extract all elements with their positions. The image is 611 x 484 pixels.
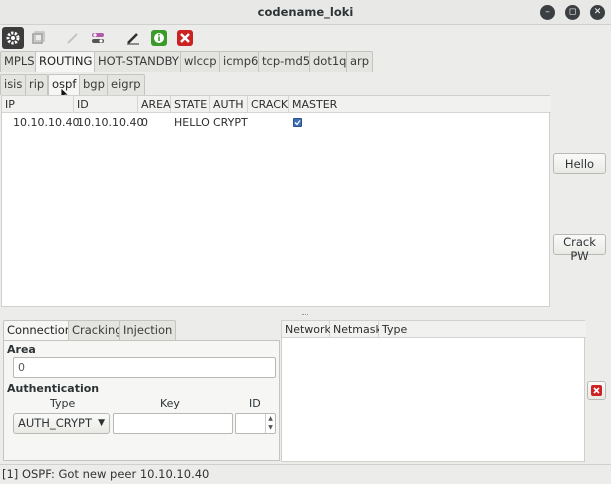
column-header-area[interactable]: AREA xyxy=(138,96,171,113)
key-field[interactable] xyxy=(113,413,233,434)
minimize-icon[interactable]: – xyxy=(540,5,555,20)
tab-mpls[interactable]: MPLS xyxy=(0,51,39,72)
quit-icon[interactable] xyxy=(174,27,196,49)
spin-arrows-icon[interactable]: ▲ ▼ xyxy=(265,414,275,433)
area-label: Area xyxy=(7,343,36,356)
hello-button[interactable]: Hello xyxy=(553,153,606,174)
id-label: ID xyxy=(249,397,261,410)
tab-injection[interactable]: Injection xyxy=(119,320,177,341)
window-title: codename_loki xyxy=(257,5,354,19)
networks-table: Network Netmask Type xyxy=(281,320,586,462)
peer-auth: CRYPT xyxy=(213,116,248,129)
pane-divider[interactable] xyxy=(302,314,308,316)
peer-state: HELLO xyxy=(174,116,210,129)
pen-icon[interactable] xyxy=(62,27,84,49)
column-header-state[interactable]: STATE xyxy=(171,96,210,113)
tab-cracking[interactable]: Cracking xyxy=(68,320,127,341)
crack-pw-button[interactable]: Crack PW xyxy=(553,234,606,263)
peer-ip: 10.10.10.40 xyxy=(13,116,80,129)
tab-bgp[interactable]: bgp xyxy=(79,74,109,95)
tab-routing[interactable]: ROUTING xyxy=(35,51,97,72)
tab-hot-standby[interactable]: HOT-STANDBY xyxy=(94,51,183,72)
unplug-icon[interactable] xyxy=(27,27,49,49)
authentication-label: Authentication xyxy=(7,382,100,395)
delete-icon xyxy=(591,385,602,396)
tab-connection[interactable]: Connection xyxy=(3,320,77,341)
status-text: [1] OSPF: Got new peer 10.10.10.40 xyxy=(2,467,210,481)
column-header-netmask[interactable]: Netmask xyxy=(330,321,382,338)
column-header-ip[interactable]: IP xyxy=(2,96,74,113)
peer-area: 0 xyxy=(141,116,148,129)
gear-icon[interactable] xyxy=(2,27,24,49)
tab-arp[interactable]: arp xyxy=(346,51,374,72)
column-header-crack[interactable]: CRACK xyxy=(248,96,289,113)
column-header-auth[interactable]: AUTH xyxy=(210,96,248,113)
type-label: Type xyxy=(50,397,76,410)
chevron-down-icon: ▼ xyxy=(98,418,105,428)
column-header-network[interactable]: Network xyxy=(282,321,331,338)
column-header-master[interactable]: MASTER xyxy=(289,96,551,113)
tab-rip[interactable]: rip xyxy=(25,74,49,95)
column-header-id[interactable]: ID xyxy=(74,96,138,113)
auth-type-select[interactable]: AUTH_CRYPT ▼ xyxy=(13,413,110,434)
tab-wlccp[interactable]: wlccp xyxy=(180,51,221,72)
key-label: Key xyxy=(160,397,180,410)
tab-isis[interactable]: isis xyxy=(0,74,27,95)
tab-tcp-md5[interactable]: tcp-md5 xyxy=(258,51,315,72)
edit-icon[interactable] xyxy=(122,27,144,49)
peer-id: 10.10.10.40 xyxy=(77,116,144,129)
master-checkbox[interactable] xyxy=(293,118,302,127)
preferences-icon[interactable] xyxy=(87,27,109,49)
maximize-icon[interactable]: ◻ xyxy=(565,5,580,20)
info-icon[interactable] xyxy=(148,27,170,49)
routing-tabs: isis rip ospf bgp eigrp xyxy=(0,74,611,95)
delete-network-button[interactable] xyxy=(587,381,606,400)
id-spinbutton[interactable]: ▲ ▼ xyxy=(235,413,276,434)
status-bar: [1] OSPF: Got new peer 10.10.10.40 xyxy=(0,464,611,484)
peers-table: IP ID AREA STATE AUTH CRACK MASTER 10.10… xyxy=(1,95,551,307)
close-icon[interactable]: ✕ xyxy=(590,5,605,20)
bottom-tabs: Connection Cracking Injection xyxy=(3,320,279,341)
tab-eigrp[interactable]: eigrp xyxy=(107,74,145,95)
column-header-type[interactable]: Type xyxy=(379,321,586,338)
auth-type-value: AUTH_CRYPT xyxy=(18,416,92,430)
tab-icmp6[interactable]: icmp6 xyxy=(219,51,263,72)
area-field[interactable]: 0 xyxy=(13,357,276,378)
tab-dot1q[interactable]: dot1q xyxy=(309,51,351,72)
main-tabs: MPLS ROUTING HOT-STANDBY wlccp icmp6 tcp… xyxy=(0,51,611,72)
